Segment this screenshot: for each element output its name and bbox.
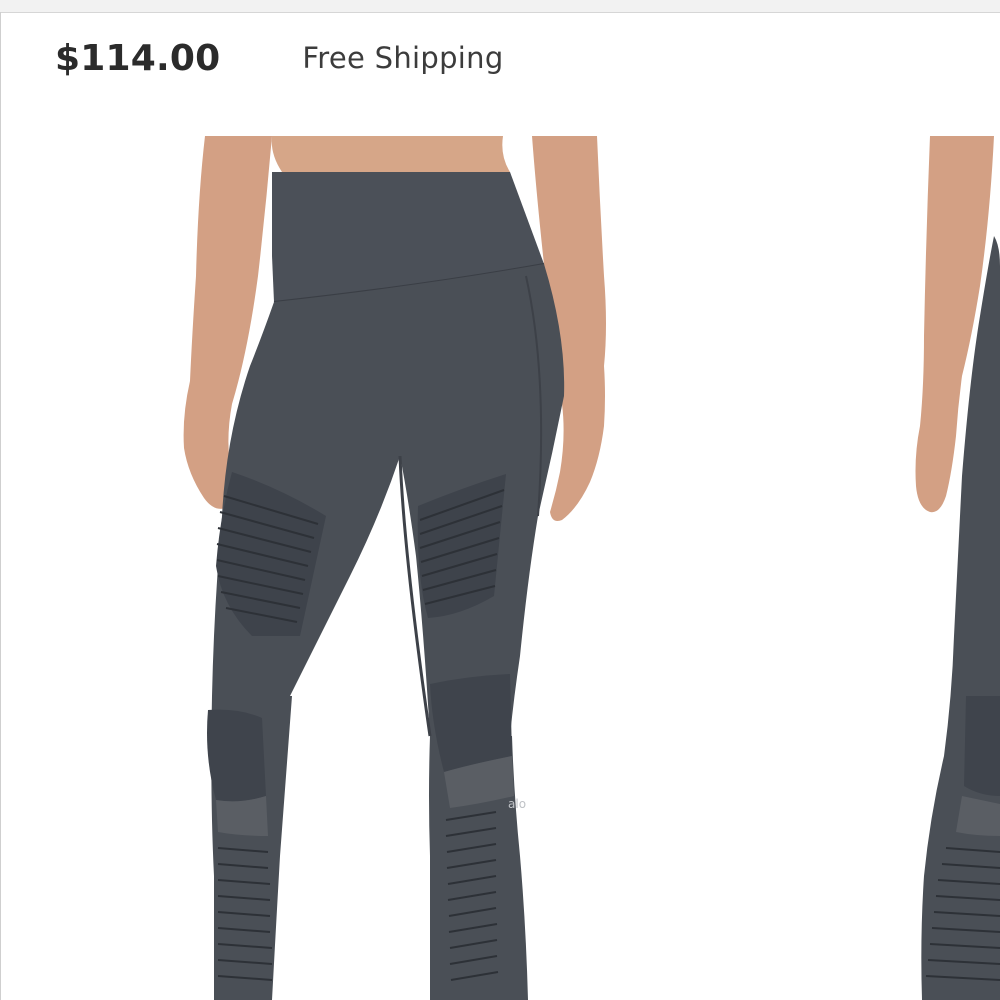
- left-shin-panel: [207, 709, 266, 802]
- right-shin-panel: [430, 674, 512, 772]
- price-row: $114.00 Free Shipping: [55, 34, 504, 82]
- gallery-canvas: alo: [183, 136, 1000, 1000]
- torso: [271, 136, 510, 172]
- next-product-image[interactable]: [915, 136, 1000, 1000]
- product-image-gallery[interactable]: alo: [0, 136, 1000, 1000]
- product-page: $114.00 Free Shipping alo: [0, 0, 1000, 1000]
- product-price: $114.00: [55, 37, 221, 79]
- left-mesh-panel: [216, 796, 268, 836]
- brand-logo: alo: [508, 797, 526, 811]
- browser-top-strip: [0, 0, 1000, 13]
- shipping-info: Free Shipping: [302, 41, 504, 75]
- main-product-image[interactable]: alo: [183, 136, 606, 1000]
